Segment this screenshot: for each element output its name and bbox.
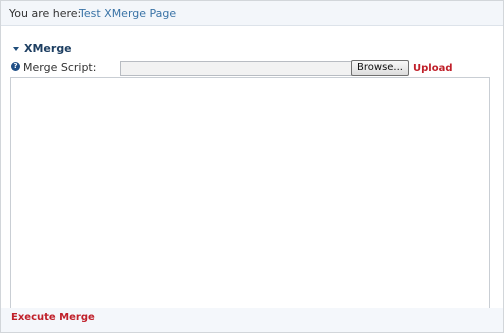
breadcrumb: You are here: Test XMerge Page (1, 1, 503, 26)
upload-link[interactable]: Upload (413, 63, 452, 74)
module-content: XMerge ? Merge Script: Browse... Upload (1, 26, 503, 309)
browse-button[interactable]: Browse... (351, 60, 409, 76)
merge-script-label: Merge Script: (23, 61, 97, 74)
chevron-down-icon (13, 47, 19, 51)
breadcrumb-label: You are here: (9, 7, 82, 20)
help-icon[interactable]: ? (11, 62, 20, 71)
footer: Execute Merge (1, 308, 503, 332)
window-frame: You are here: Test XMerge Page XMerge ? … (0, 0, 504, 333)
section-title: XMerge (24, 42, 72, 55)
execute-merge-link[interactable]: Execute Merge (11, 312, 95, 323)
merge-script-textarea[interactable] (10, 77, 490, 309)
breadcrumb-page-link[interactable]: Test XMerge Page (79, 7, 176, 20)
merge-script-file-input[interactable] (120, 61, 352, 76)
